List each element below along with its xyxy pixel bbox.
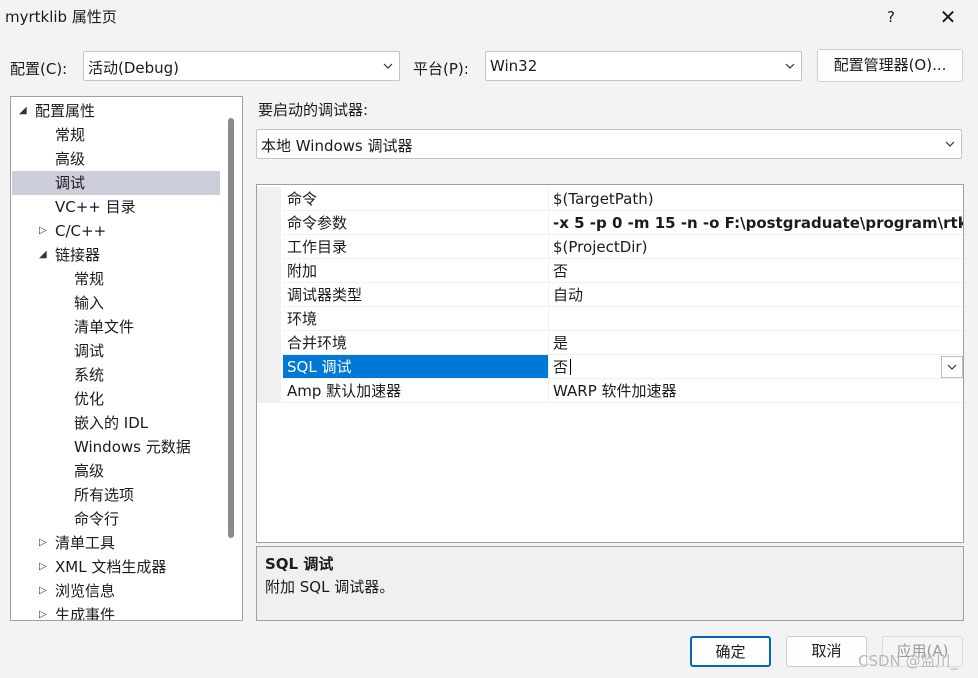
debugger-label: 要启动的调试器: [258, 101, 369, 119]
property-name: 附加 [283, 259, 549, 283]
tree-item-vc-dirs[interactable]: VC++ 目录 [55, 195, 136, 219]
description-panel: SQL 调试 附加 SQL 调试器。 [256, 546, 964, 621]
property-row-command-args[interactable]: 命令参数 -x 5 -p 0 -m 15 -n -o F:\postgradua… [257, 211, 963, 235]
property-grid[interactable]: 命令 $(TargetPath) 命令参数 -x 5 -p 0 -m 15 -n… [256, 184, 964, 543]
property-value[interactable]: -x 5 -p 0 -m 15 -n -o F:\postgraduate\pr… [549, 211, 963, 235]
property-name: 调试器类型 [283, 283, 549, 307]
collapse-icon[interactable]: ▷ [39, 609, 47, 620]
close-button[interactable]: ✕ [932, 4, 964, 30]
property-name: 命令 [283, 187, 549, 211]
tree-item-linker-optimization[interactable]: 优化 [74, 387, 104, 411]
property-name: SQL 调试 [283, 355, 549, 379]
tree-item-linker-general[interactable]: 常规 [74, 267, 104, 291]
expand-icon[interactable]: ◢ [39, 249, 47, 260]
tree-item-manifest-tool[interactable]: 清单工具 [55, 531, 115, 555]
tree-item-linker-idl[interactable]: 嵌入的 IDL [74, 411, 148, 435]
property-value[interactable]: WARP 软件加速器 [549, 379, 963, 403]
tree-item-build-events[interactable]: 生成事件 [55, 603, 115, 620]
description-title: SQL 调试 [265, 555, 334, 573]
platform-label: 平台(P): [413, 60, 469, 78]
tree-item-advanced[interactable]: 高级 [55, 147, 85, 171]
tree-item-linker-winmd[interactable]: Windows 元数据 [74, 435, 191, 459]
tree-item-config-props[interactable]: 配置属性 [35, 99, 95, 123]
platform-select[interactable]: Win32 [485, 51, 802, 81]
property-value[interactable]: 否 [549, 355, 963, 379]
property-value[interactable]: $(ProjectDir) [549, 235, 963, 259]
tree-item-linker-all-options[interactable]: 所有选项 [74, 483, 134, 507]
tree-item-xml-doc[interactable]: XML 文档生成器 [55, 555, 166, 579]
property-name: 环境 [283, 307, 549, 331]
collapse-icon[interactable]: ▷ [39, 537, 47, 548]
property-name: 命令参数 [283, 211, 549, 235]
property-row-sql-debugging[interactable]: SQL 调试 否 [257, 355, 963, 379]
tree-item-linker-debugging[interactable]: 调试 [74, 339, 104, 363]
property-row-working-dir[interactable]: 工作目录 $(ProjectDir) [257, 235, 963, 259]
text-caret [570, 359, 571, 375]
collapse-icon[interactable]: ▷ [39, 225, 47, 236]
property-dropdown-button[interactable] [941, 356, 963, 378]
property-row-amp-accelerator[interactable]: Amp 默认加速器 WARP 软件加速器 [257, 379, 963, 403]
tree-item-debugging[interactable]: 调试 [12, 171, 220, 195]
property-row-environment[interactable]: 环境 [257, 307, 963, 331]
tree-item-linker-command-line[interactable]: 命令行 [74, 507, 119, 531]
help-button[interactable]: ? [878, 4, 904, 30]
config-select[interactable]: 活动(Debug) [83, 51, 400, 81]
tree-item-cpp[interactable]: C/C++ [55, 219, 106, 243]
tree-scrollbar[interactable] [228, 118, 234, 538]
tree-item-linker-advanced[interactable]: 高级 [74, 459, 104, 483]
property-value[interactable] [549, 307, 963, 331]
platform-select-value: Win32 [490, 57, 538, 75]
tree-item-linker-manifest[interactable]: 清单文件 [74, 315, 134, 339]
property-row-debugger-type[interactable]: 调试器类型 自动 [257, 283, 963, 307]
tree-item-browse-info[interactable]: 浏览信息 [55, 579, 115, 603]
debugger-select-value: 本地 Windows 调试器 [261, 137, 413, 155]
collapse-icon[interactable]: ▷ [39, 561, 47, 572]
tree-item-general[interactable]: 常规 [55, 123, 85, 147]
expand-icon[interactable]: ◢ [19, 105, 27, 116]
cancel-button[interactable]: 取消 [786, 636, 867, 667]
config-label: 配置(C): [10, 60, 68, 78]
description-text: 附加 SQL 调试器。 [265, 578, 395, 596]
tree-item-linker[interactable]: 链接器 [55, 243, 100, 267]
property-name: 合并环境 [283, 331, 549, 355]
ok-button[interactable]: 确定 [690, 636, 771, 667]
property-value[interactable]: 是 [549, 331, 963, 355]
config-manager-button[interactable]: 配置管理器(O)... [817, 49, 963, 82]
property-row-attach[interactable]: 附加 否 [257, 259, 963, 283]
tree-item-linker-input[interactable]: 输入 [74, 291, 104, 315]
debugger-select[interactable]: 本地 Windows 调试器 [256, 129, 962, 159]
chevron-down-icon [785, 63, 795, 69]
chevron-down-icon [947, 364, 957, 370]
property-row-merge-env[interactable]: 合并环境 是 [257, 331, 963, 355]
property-tree[interactable]: 配置属性 ◢ 常规 高级 调试 VC++ 目录 ▷ C/C++ ◢ 链接器 常规… [10, 96, 243, 621]
tree-item-linker-system[interactable]: 系统 [74, 363, 104, 387]
config-select-value: 活动(Debug) [88, 59, 180, 77]
property-row-command[interactable]: 命令 $(TargetPath) [257, 187, 963, 211]
property-value[interactable]: $(TargetPath) [549, 187, 963, 211]
collapse-icon[interactable]: ▷ [39, 585, 47, 596]
property-value[interactable]: 否 [549, 259, 963, 283]
chevron-down-icon [945, 141, 955, 147]
property-value[interactable]: 自动 [549, 283, 963, 307]
property-name: 工作目录 [283, 235, 549, 259]
property-name: Amp 默认加速器 [283, 379, 549, 403]
watermark: CSDN @监川_ [858, 652, 959, 670]
chevron-down-icon [383, 63, 393, 69]
title-bar: myrtklib 属性页 ? ✕ [0, 0, 978, 34]
window-title: myrtklib 属性页 [5, 8, 117, 26]
